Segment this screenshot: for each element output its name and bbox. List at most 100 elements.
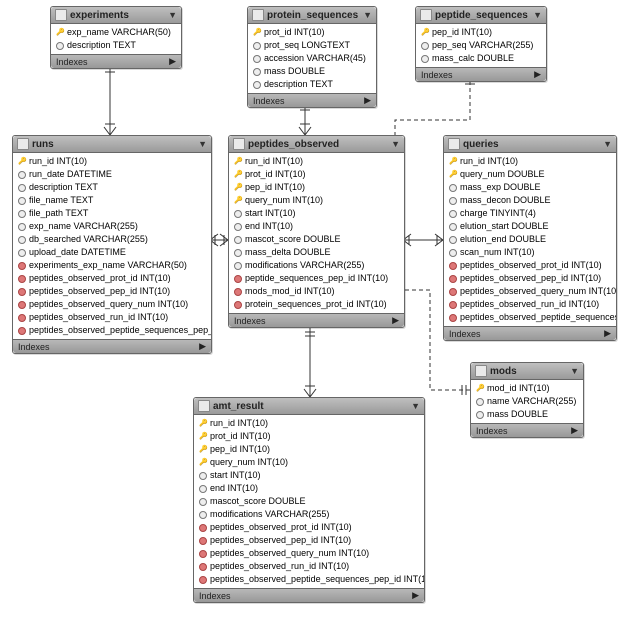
column: mods_mod_id INT(10) <box>229 285 404 298</box>
column-label: description TEXT <box>29 181 98 194</box>
column-label: peptides_observed_run_id INT(10) <box>210 560 349 573</box>
columns: 🔑run_id INT(10)run_date DATETIMEdescript… <box>13 153 211 339</box>
expand-icon[interactable]: ▶ <box>169 56 176 67</box>
table-icon <box>17 138 29 150</box>
fk-icon <box>199 524 207 532</box>
indexes-label: Indexes <box>56 57 88 67</box>
table-protein-sequences[interactable]: protein_sequences ▼ 🔑prot_id INT(10)prot… <box>247 6 377 108</box>
column: 🔑prot_id INT(10) <box>229 168 404 181</box>
table-runs[interactable]: runs ▼ 🔑run_id INT(10)run_date DATETIMEd… <box>12 135 212 354</box>
column-label: peptides_observed_peptide_sequences_pep_… <box>210 573 424 586</box>
collapse-icon[interactable]: ▼ <box>603 139 612 149</box>
table-title: queries <box>463 139 499 150</box>
table-icon <box>448 138 460 150</box>
column: description TEXT <box>248 78 376 91</box>
table-icon <box>420 9 432 21</box>
expand-icon[interactable]: ▶ <box>604 328 611 339</box>
expand-icon[interactable]: ▶ <box>392 315 399 326</box>
indexes-label: Indexes <box>421 70 453 80</box>
expand-icon[interactable]: ▶ <box>364 95 371 106</box>
column-icon <box>199 485 207 493</box>
column-label: mass_decon DOUBLE <box>460 194 551 207</box>
column-label: file_path TEXT <box>29 207 88 220</box>
column-label: elution_start DOUBLE <box>460 220 549 233</box>
collapse-icon[interactable]: ▼ <box>570 366 579 376</box>
column-label: description TEXT <box>67 39 136 52</box>
fk-icon <box>18 314 26 322</box>
table-queries[interactable]: queries ▼ 🔑run_id INT(10)🔑query_num DOUB… <box>443 135 617 341</box>
table-icon <box>233 138 245 150</box>
collapse-icon[interactable]: ▼ <box>363 10 372 20</box>
indexes-bar[interactable]: Indexes ▶ <box>416 67 546 81</box>
indexes-bar[interactable]: Indexes ▶ <box>471 423 583 437</box>
key-icon: 🔑 <box>476 382 484 395</box>
expand-icon[interactable]: ▶ <box>199 341 206 352</box>
column-label: mass_calc DOUBLE <box>432 52 514 65</box>
indexes-label: Indexes <box>199 591 231 601</box>
fk-icon <box>234 288 242 296</box>
indexes-bar[interactable]: Indexes ▶ <box>248 93 376 107</box>
expand-icon[interactable]: ▶ <box>534 69 541 80</box>
table-icon <box>252 9 264 21</box>
fk-icon <box>18 275 26 283</box>
indexes-bar[interactable]: Indexes ▶ <box>444 326 616 340</box>
table-title: peptide_sequences <box>435 10 528 21</box>
column-label: name VARCHAR(255) <box>487 395 576 408</box>
table-header[interactable]: mods ▼ <box>471 363 583 380</box>
collapse-icon[interactable]: ▼ <box>533 10 542 20</box>
column: peptides_observed_run_id INT(10) <box>444 298 616 311</box>
table-header[interactable]: queries ▼ <box>444 136 616 153</box>
fk-icon <box>234 301 242 309</box>
column-label: peptides_observed_query_num INT(10) <box>210 547 369 560</box>
column-label: peptides_observed_run_id INT(10) <box>460 298 599 311</box>
collapse-icon[interactable]: ▼ <box>411 401 420 411</box>
indexes-bar[interactable]: Indexes ▶ <box>51 54 181 68</box>
column-label: peptides_observed_run_id INT(10) <box>29 311 168 324</box>
column: upload_date DATETIME <box>13 246 211 259</box>
column-label: modifications VARCHAR(255) <box>245 259 364 272</box>
column-label: end INT(10) <box>245 220 293 233</box>
column-label: query_num DOUBLE <box>460 168 545 181</box>
collapse-icon[interactable]: ▼ <box>391 139 400 149</box>
column: mass_calc DOUBLE <box>416 52 546 65</box>
column: mascot_score DOUBLE <box>194 495 424 508</box>
table-amt-result[interactable]: amt_result ▼ 🔑run_id INT(10)🔑prot_id INT… <box>193 397 425 603</box>
table-mods[interactable]: mods ▼ 🔑mod_id INT(10)name VARCHAR(255)m… <box>470 362 584 438</box>
column-icon <box>234 223 242 231</box>
column-label: peptides_observed_query_num INT(10) <box>29 298 188 311</box>
table-header[interactable]: peptides_observed ▼ <box>229 136 404 153</box>
collapse-icon[interactable]: ▼ <box>198 139 207 149</box>
columns: 🔑run_id INT(10)🔑prot_id INT(10)🔑pep_id I… <box>229 153 404 313</box>
table-header[interactable]: amt_result ▼ <box>194 398 424 415</box>
indexes-bar[interactable]: Indexes ▶ <box>194 588 424 602</box>
column-label: elution_end DOUBLE <box>460 233 546 246</box>
columns: 🔑prot_id INT(10)prot_seq LONGTEXTaccessi… <box>248 24 376 93</box>
table-header[interactable]: protein_sequences ▼ <box>248 7 376 24</box>
column: 🔑run_id INT(10) <box>13 155 211 168</box>
indexes-bar[interactable]: Indexes ▶ <box>13 339 211 353</box>
fk-icon <box>18 262 26 270</box>
column: file_path TEXT <box>13 207 211 220</box>
table-header[interactable]: experiments ▼ <box>51 7 181 24</box>
fk-icon <box>199 563 207 571</box>
indexes-bar[interactable]: Indexes ▶ <box>229 313 404 327</box>
column: 🔑pep_id INT(10) <box>416 26 546 39</box>
column-label: file_name TEXT <box>29 194 93 207</box>
column: description TEXT <box>13 181 211 194</box>
indexes-label: Indexes <box>253 96 285 106</box>
table-peptide-sequences[interactable]: peptide_sequences ▼ 🔑pep_id INT(10)pep_s… <box>415 6 547 82</box>
column-label: pep_seq VARCHAR(255) <box>432 39 533 52</box>
column-label: db_searched VARCHAR(255) <box>29 233 148 246</box>
expand-icon[interactable]: ▶ <box>412 590 419 601</box>
table-header[interactable]: runs ▼ <box>13 136 211 153</box>
column-label: exp_name VARCHAR(50) <box>67 26 171 39</box>
column: protein_sequences_prot_id INT(10) <box>229 298 404 311</box>
column-label: peptides_observed_prot_id INT(10) <box>460 259 602 272</box>
column-icon <box>234 249 242 257</box>
column-label: accession VARCHAR(45) <box>264 52 366 65</box>
table-peptides-observed[interactable]: peptides_observed ▼ 🔑run_id INT(10)🔑prot… <box>228 135 405 328</box>
table-header[interactable]: peptide_sequences ▼ <box>416 7 546 24</box>
table-experiments[interactable]: experiments ▼ 🔑exp_name VARCHAR(50)descr… <box>50 6 182 69</box>
expand-icon[interactable]: ▶ <box>571 425 578 436</box>
collapse-icon[interactable]: ▼ <box>168 10 177 20</box>
